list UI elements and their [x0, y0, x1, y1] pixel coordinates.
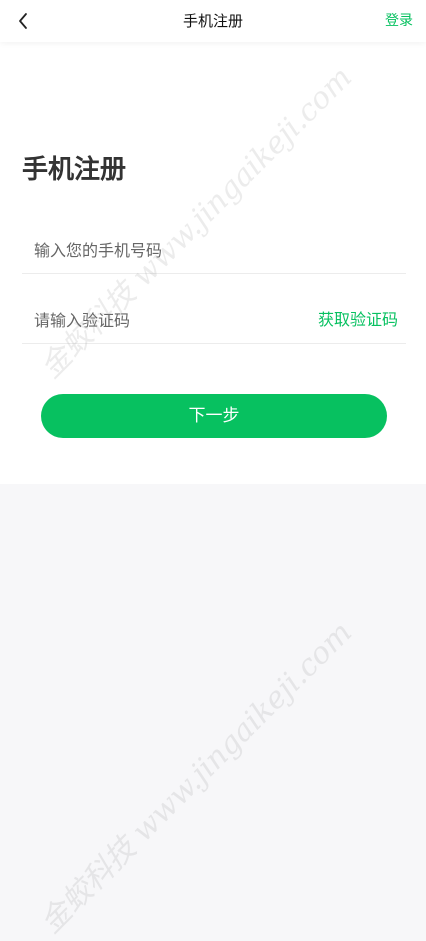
next-button[interactable]: 下一步: [41, 394, 387, 438]
code-field: 获取验证码: [22, 297, 406, 344]
login-link[interactable]: 登录: [385, 0, 413, 42]
nav-bar: 手机注册 登录: [0, 0, 426, 42]
form-heading: 手机注册: [22, 155, 127, 185]
register-form: 手机注册 获取验证码 下一步: [0, 42, 426, 484]
verification-code-input[interactable]: [34, 297, 294, 343]
page-title: 手机注册: [182, 12, 243, 30]
phone-input[interactable]: [34, 227, 294, 273]
watermark-bottom: 金蛟科技 www.jingaikeji.com: [33, 615, 360, 941]
phone-field: [22, 227, 406, 274]
get-code-button[interactable]: 获取验证码: [318, 297, 398, 343]
